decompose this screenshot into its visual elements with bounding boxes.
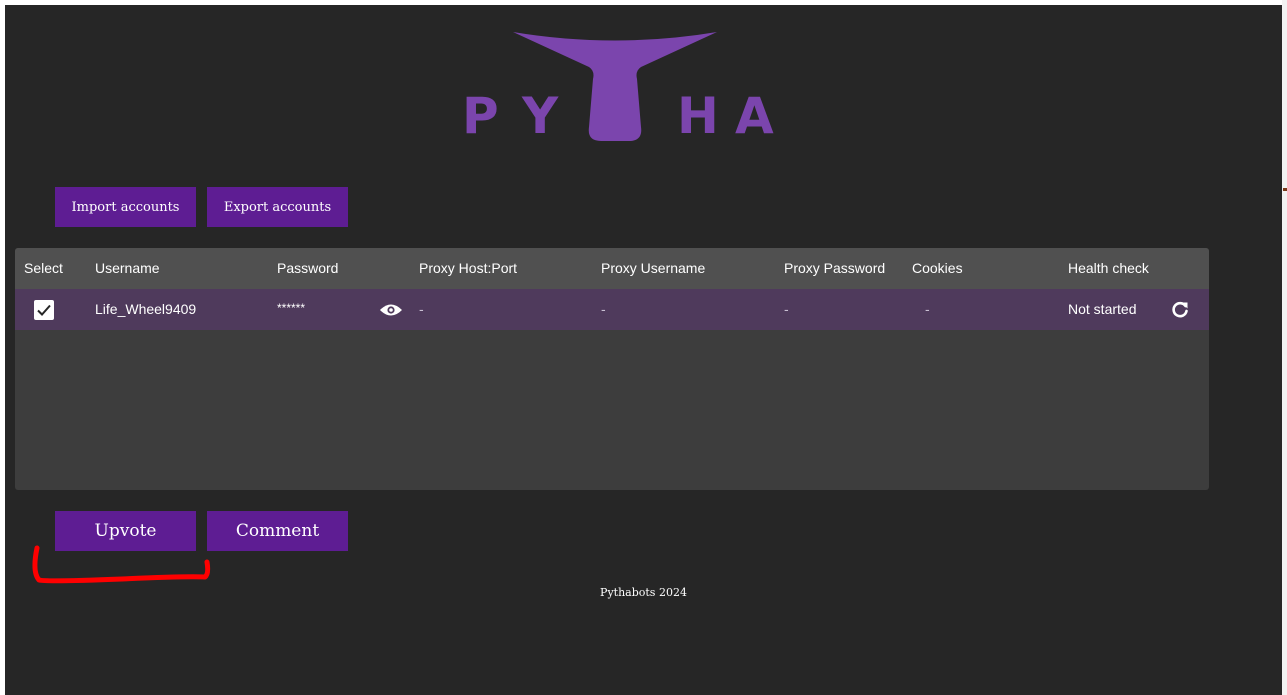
cell-username: Life_Wheel9409 [95, 301, 197, 317]
import-accounts-button[interactable]: Import accounts [55, 187, 196, 227]
app-window: P Y H A Import accounts Export accounts … [5, 5, 1282, 695]
header-proxy-password: Proxy Password [784, 260, 886, 276]
cell-health-check: Not started [1068, 301, 1137, 317]
eye-icon[interactable] [379, 302, 403, 318]
refresh-icon[interactable] [1170, 300, 1190, 320]
window-edge [1282, 0, 1287, 695]
table-row[interactable]: Life_Wheel9409 ****** - - - - Not starte… [15, 289, 1209, 330]
logo-letter-h: H [677, 87, 719, 145]
cell-password: ****** [277, 301, 306, 315]
red-underline-annotation [32, 545, 211, 584]
table-header: Select Username Password Proxy Host:Port… [15, 248, 1209, 289]
export-accounts-button[interactable]: Export accounts [207, 187, 348, 227]
header-proxy-username: Proxy Username [601, 260, 706, 276]
header-proxy-host-port: Proxy Host:Port [419, 260, 518, 276]
logo-letter-y: Y [522, 87, 559, 145]
header-cookies: Cookies [912, 260, 963, 276]
header-health-check: Health check [1068, 260, 1149, 276]
edge-mark [1283, 188, 1287, 191]
header-select: Select [24, 260, 63, 276]
logo: P Y H A [445, 27, 785, 157]
logo-letter-p: P [462, 87, 499, 145]
header-username: Username [95, 260, 160, 276]
accounts-table: Select Username Password Proxy Host:Port… [15, 248, 1209, 490]
row-select-checkbox[interactable] [34, 300, 54, 320]
cell-proxy-host-port: - [419, 301, 424, 317]
cell-proxy-password: - [784, 301, 789, 317]
checkbox-checked-icon [37, 304, 51, 316]
comment-button[interactable]: Comment [207, 511, 348, 551]
header-password: Password [277, 260, 339, 276]
logo-letter-a: A [735, 87, 774, 145]
cell-proxy-username: - [601, 301, 606, 317]
cell-cookies: - [925, 301, 930, 317]
